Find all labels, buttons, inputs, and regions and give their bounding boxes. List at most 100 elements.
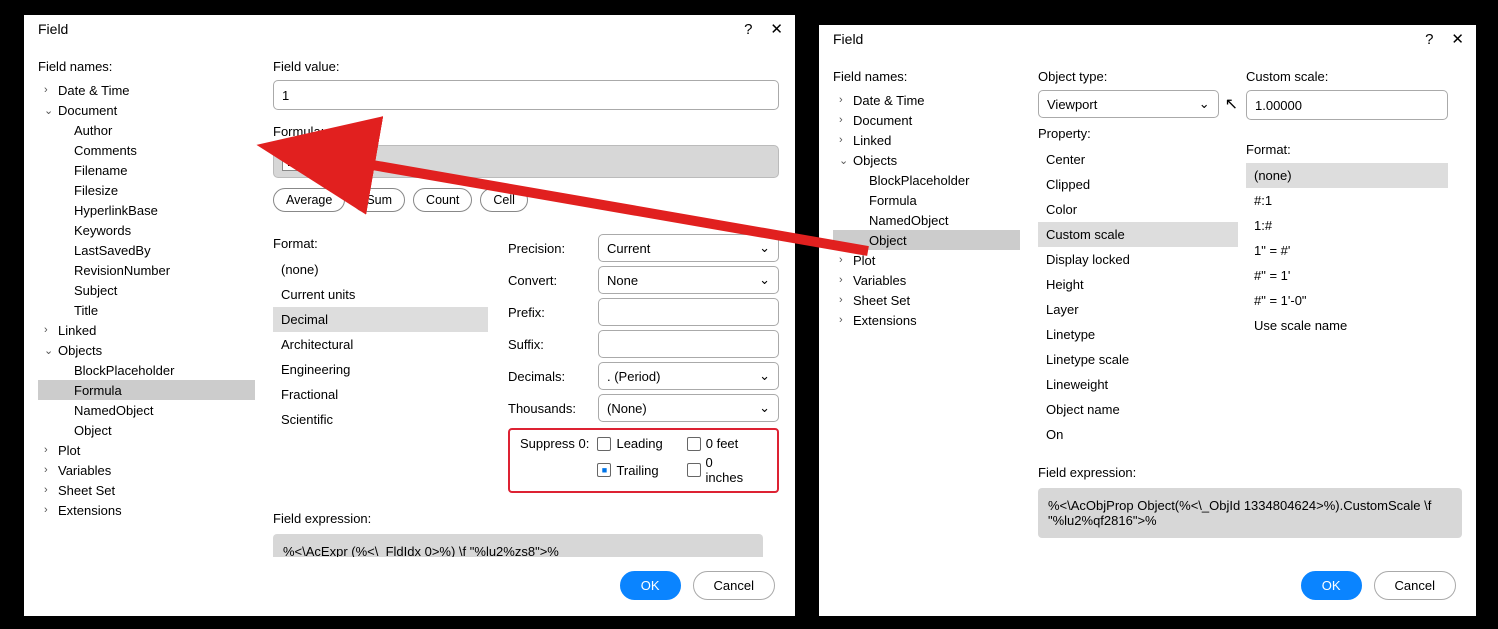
tree-item-label: Date & Time [58,83,130,98]
suppress-label: Suppress 0: [520,436,597,485]
tree-item[interactable]: ›Plot [833,250,1020,270]
format-list[interactable]: (none)Current unitsDecimalArchitecturalE… [273,257,488,432]
tree-item[interactable]: ›Extensions [38,500,255,520]
formula-function-button[interactable]: Count [413,188,472,212]
property-list[interactable]: CenterClippedColorCustom scaleDisplay lo… [1038,147,1238,447]
tree-item[interactable]: NamedObject [833,210,1020,230]
list-item[interactable]: 1:# [1246,213,1448,238]
list-item[interactable]: On [1038,422,1238,447]
tree-item[interactable]: ›Document [833,110,1020,130]
list-item[interactable]: Display locked [1038,247,1238,272]
suppress-checkbox[interactable]: Trailing [597,455,662,485]
list-item[interactable]: (none) [1246,163,1448,188]
list-item[interactable]: Layer [1038,297,1238,322]
field-expression-label: Field expression: [273,511,779,526]
tree-item[interactable]: ›Linked [38,320,255,340]
tree-item[interactable]: ›Plot [38,440,255,460]
list-item[interactable]: Height [1038,272,1238,297]
tree-item[interactable]: Formula [833,190,1020,210]
list-item[interactable]: Use scale name [1246,313,1448,338]
tree-item[interactable]: ⌄Objects [38,340,255,360]
pick-object-icon[interactable]: ↖ [1225,94,1238,114]
cancel-button[interactable]: Cancel [693,571,775,600]
formula-box[interactable]: 1.00000 [273,145,779,178]
list-item[interactable]: 1" = #' [1246,238,1448,263]
tree-item[interactable]: ›Extensions [833,310,1020,330]
list-item[interactable]: Engineering [273,357,488,382]
suffix-input[interactable] [598,330,779,358]
tree-item[interactable]: ⌄Objects [833,150,1020,170]
list-item[interactable]: Decimal [273,307,488,332]
tree-item[interactable]: Author [38,120,255,140]
tree-item[interactable]: Object [38,420,255,440]
convert-select[interactable]: None⌄ [598,266,779,294]
format-list[interactable]: (none)#:11:#1" = #'#" = 1'#" = 1'-0"Use … [1246,163,1448,338]
tree-item[interactable]: ›Date & Time [833,90,1020,110]
thousands-select[interactable]: (None)⌄ [598,394,779,422]
tree-item[interactable]: ›Variables [38,460,255,480]
prefix-label: Prefix: [508,305,588,320]
formula-function-button[interactable]: Sum [353,188,405,212]
object-type-select[interactable]: Viewport⌄ [1038,90,1219,118]
tree-item[interactable]: NamedObject [38,400,255,420]
tree-item[interactable]: Title [38,300,255,320]
list-item[interactable]: Color [1038,197,1238,222]
tree-item[interactable]: ›Date & Time [38,80,255,100]
tree-item[interactable]: Filesize [38,180,255,200]
tree-item[interactable]: ›Linked [833,130,1020,150]
suppress-checkbox[interactable]: 0 inches [687,455,753,485]
list-item[interactable]: Architectural [273,332,488,357]
suppress-checkbox[interactable]: 0 feet [687,436,753,451]
tree-item[interactable]: Formula [38,380,255,400]
list-item[interactable]: Scientific [273,407,488,432]
list-item[interactable]: #:1 [1246,188,1448,213]
formula-function-button[interactable]: Average [273,188,345,212]
list-item[interactable]: Fractional [273,382,488,407]
suppress-checkbox[interactable]: Leading [597,436,662,451]
cancel-button[interactable]: Cancel [1374,571,1456,600]
list-item[interactable]: Custom scale [1038,222,1238,247]
tree-item-label: Extensions [58,503,122,518]
ok-button[interactable]: OK [1301,571,1362,600]
tree-item[interactable]: LastSavedBy [38,240,255,260]
tree-item[interactable]: Object [833,230,1020,250]
titlebar: Field ? ✕ [819,25,1476,53]
tree-item[interactable]: ⌄Document [38,100,255,120]
tree-item[interactable]: Keywords [38,220,255,240]
tree-item[interactable]: HyperlinkBase [38,200,255,220]
ok-button[interactable]: OK [620,571,681,600]
field-value-input[interactable] [273,80,779,110]
tree-item[interactable]: Filename [38,160,255,180]
tree-item[interactable]: BlockPlaceholder [38,360,255,380]
formula-function-button[interactable]: Cell [480,188,528,212]
tree-item[interactable]: Comments [38,140,255,160]
tree-item[interactable]: ›Variables [833,270,1020,290]
help-icon[interactable]: ? [1425,32,1433,47]
tree-item[interactable]: Subject [38,280,255,300]
tree-item[interactable]: ›Sheet Set [833,290,1020,310]
decimals-select[interactable]: . (Period)⌄ [598,362,779,390]
close-icon[interactable]: ✕ [1451,32,1464,47]
list-item[interactable]: (none) [273,257,488,282]
list-item[interactable]: Object name [1038,397,1238,422]
help-icon[interactable]: ? [744,22,752,37]
list-item[interactable]: Lineweight [1038,372,1238,397]
tree-item[interactable]: ›Sheet Set [38,480,255,500]
formula-function-row: Average Sum Count Cell [273,188,779,212]
tree-item[interactable]: RevisionNumber [38,260,255,280]
tree-item-label: LastSavedBy [74,243,151,258]
list-item[interactable]: Clipped [1038,172,1238,197]
close-icon[interactable]: ✕ [770,22,783,37]
prefix-input[interactable] [598,298,779,326]
list-item[interactable]: #" = 1' [1246,263,1448,288]
list-item[interactable]: Current units [273,282,488,307]
list-item[interactable]: #" = 1'-0" [1246,288,1448,313]
list-item[interactable]: Linetype scale [1038,347,1238,372]
checkbox-icon [597,463,611,477]
tree-item[interactable]: BlockPlaceholder [833,170,1020,190]
list-item[interactable]: Center [1038,147,1238,172]
precision-select[interactable]: Current⌄ [598,234,779,262]
expand-icon: ⌄ [839,154,853,167]
list-item[interactable]: Linetype [1038,322,1238,347]
custom-scale-input[interactable] [1246,90,1448,120]
